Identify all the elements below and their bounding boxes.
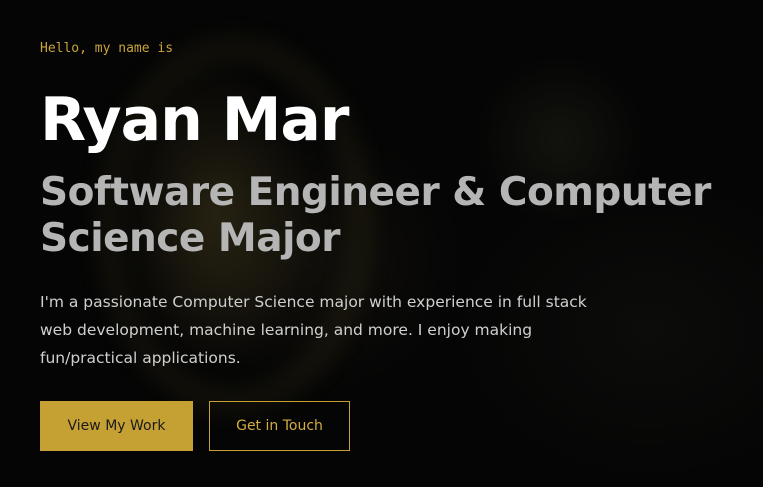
hero-name: Ryan Mar: [40, 85, 349, 155]
get-in-touch-button[interactable]: Get in Touch: [209, 401, 350, 451]
view-my-work-button[interactable]: View My Work: [40, 401, 193, 451]
greeting-text: Hello, my name is: [40, 41, 174, 56]
hero-role: Software Engineer & Computer Science Maj…: [40, 170, 711, 261]
hero-bio: I'm a passionate Computer Science major …: [40, 293, 587, 367]
